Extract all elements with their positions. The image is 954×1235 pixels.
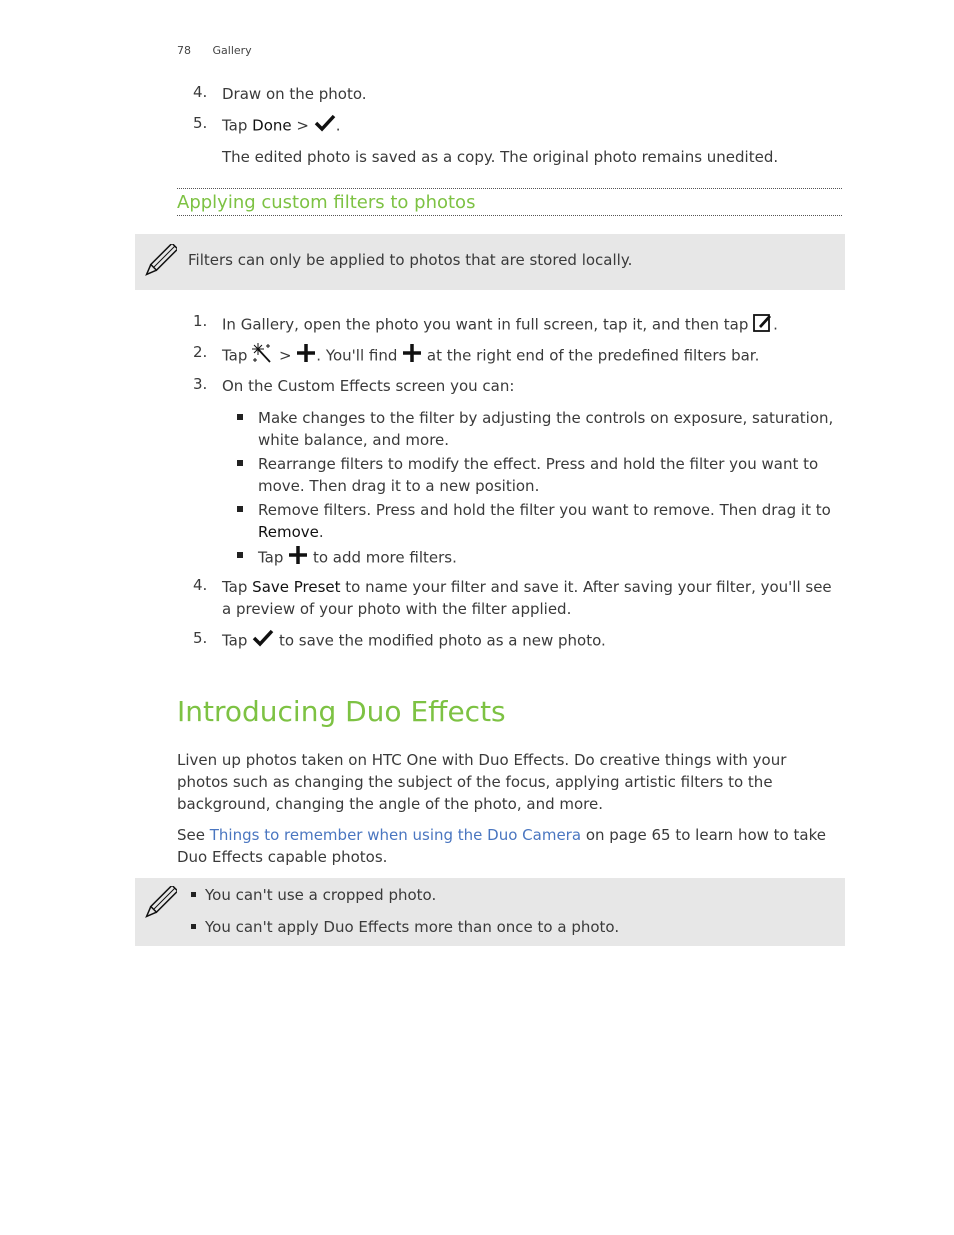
text: .	[773, 315, 778, 334]
text: See	[177, 826, 210, 844]
edit-icon	[753, 312, 773, 338]
step-number: 4.	[193, 83, 208, 101]
note-box: Filters can only be applied to photos th…	[135, 234, 845, 290]
step-text: Tap > . You'll find at the right end of …	[222, 343, 842, 369]
pencil-icon	[143, 884, 179, 924]
note-text: You can't apply Duo Effects more than on…	[205, 918, 620, 936]
checkmark-icon	[314, 114, 336, 138]
text: Tap	[222, 631, 253, 650]
note-text: Filters can only be applied to photos th…	[188, 251, 633, 269]
magic-wand-icon	[252, 343, 274, 369]
remove-label: Remove	[258, 523, 319, 541]
text: >	[291, 116, 314, 135]
text: In Gallery, open the photo you want in f…	[222, 315, 754, 334]
bullet	[237, 460, 243, 466]
step-text: Tap Save Preset to name your filter and …	[222, 576, 842, 620]
step-number: 5.	[193, 629, 208, 647]
chapter-heading: Introducing Duo Effects	[177, 695, 506, 728]
step-number: 1.	[193, 312, 208, 330]
duo-paragraph-see: See Things to remember when using the Du…	[177, 824, 847, 868]
text: to save the modified photo as a new phot…	[274, 631, 606, 650]
step-number: 5.	[193, 114, 208, 132]
text: Tap	[258, 548, 289, 567]
plus-icon	[288, 545, 308, 571]
step-text: In Gallery, open the photo you want in f…	[222, 312, 842, 338]
section-heading: Applying custom filters to photos	[177, 188, 842, 216]
bullet-text: Rearrange filters to modify the effect. …	[258, 455, 819, 495]
bullet	[191, 892, 196, 897]
bullet	[237, 552, 243, 558]
page-header: 78 Gallery	[177, 44, 252, 57]
bullet	[191, 924, 196, 929]
step-text: On the Custom Effects screen you can:	[222, 377, 515, 395]
intro-note: The edited photo is saved as a copy. The…	[222, 148, 779, 166]
note-box: You can't use a cropped photo. You can't…	[135, 878, 845, 946]
text: Remove filters. Press and hold the filte…	[258, 501, 831, 519]
step-text: Tap Done > .	[222, 114, 842, 138]
duo-paragraph: Liven up photos taken on HTC One with Du…	[177, 751, 787, 813]
pencil-icon	[143, 242, 179, 282]
bullet-text: Remove filters. Press and hold the filte…	[258, 499, 848, 543]
text: .	[335, 116, 341, 135]
duo-camera-link[interactable]: Things to remember when using the Duo Ca…	[210, 826, 581, 844]
bullet	[237, 506, 243, 512]
text: Tap	[222, 116, 253, 135]
step-text: Draw on the photo.	[222, 85, 367, 103]
text: to add more filters.	[308, 548, 457, 567]
plus-icon	[402, 343, 422, 369]
step-number: 4.	[193, 576, 208, 594]
save-preset-label: Save Preset	[252, 578, 341, 596]
text: >	[274, 346, 297, 365]
text: . You'll find	[316, 346, 403, 365]
step-number: 2.	[193, 343, 208, 361]
bullet-text: Make changes to the filter by adjusting …	[258, 409, 834, 449]
step-text: Tap to save the modified photo as a new …	[222, 629, 842, 653]
section-name: Gallery	[212, 44, 252, 57]
text: .	[318, 523, 324, 541]
note-text: You can't use a cropped photo.	[205, 886, 437, 904]
bullet-text: Tap to add more filters.	[258, 545, 848, 571]
done-label: Done	[252, 116, 292, 135]
bullet	[237, 414, 243, 420]
step-number: 3.	[193, 375, 208, 393]
text: Tap	[222, 346, 253, 365]
text: Tap	[222, 578, 253, 596]
page-number: 78	[177, 44, 191, 57]
checkmark-icon	[252, 629, 274, 653]
plus-icon	[296, 343, 316, 369]
text: at the right end of the predefined filte…	[422, 346, 760, 365]
